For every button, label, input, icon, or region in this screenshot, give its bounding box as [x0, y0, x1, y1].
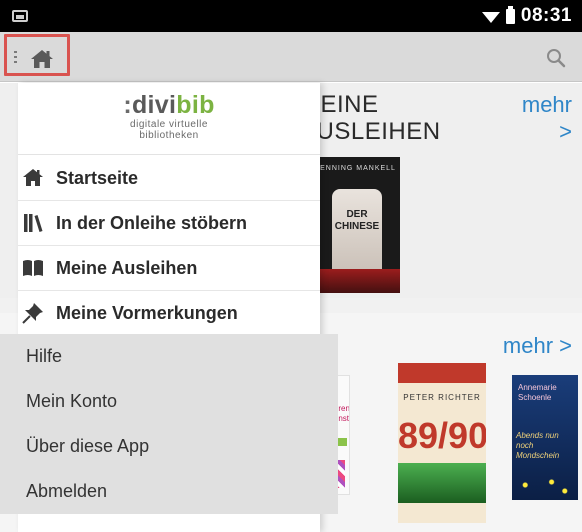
section-title: MEINE AUSLEIHEN: [300, 91, 441, 145]
primary-menu: Startseite In der Onleihe stöbern Meine …: [18, 156, 320, 336]
image-notification-icon: [12, 10, 28, 22]
menu-item-abmelden[interactable]: Abmelden: [0, 469, 338, 514]
menu-item-mein-konto[interactable]: Mein Konto: [0, 379, 338, 424]
pushpin-icon: [22, 302, 44, 324]
status-indicators: 08:31: [481, 5, 572, 27]
book-cover[interactable]: PETER RICHTER 89/90: [398, 363, 486, 523]
book-cover[interactable]: Annemarie Schoenle Abends nun noch Monds…: [512, 375, 578, 500]
more-link[interactable]: mehr >: [522, 91, 572, 145]
home-icon[interactable]: [28, 47, 56, 71]
menu-item-ueber-diese-app[interactable]: Über diese App: [0, 424, 338, 469]
menu-item-startseite[interactable]: Startseite: [18, 156, 320, 201]
search-icon[interactable]: [544, 46, 568, 70]
menu-item-stoebern[interactable]: In der Onleihe stöbern: [18, 201, 320, 246]
divibib-logo: :divibib digitale virtuelle bibliotheken: [18, 83, 320, 155]
status-bar: 08:31: [0, 0, 582, 32]
wifi-icon: [481, 12, 500, 23]
menu-item-meine-vormerkungen[interactable]: Meine Vormerkungen: [18, 291, 320, 336]
more-link[interactable]: mehr >: [503, 333, 572, 359]
menu-item-meine-ausleihen[interactable]: Meine Ausleihen: [18, 246, 320, 291]
menu-item-hilfe[interactable]: Hilfe: [0, 334, 338, 379]
secondary-menu: Hilfe Mein Konto Über diese App Abmelden: [0, 334, 338, 514]
drawer-indicator-icon[interactable]: [14, 51, 17, 63]
clock: 08:31: [520, 5, 572, 26]
book-cover[interactable]: HENNING MANKELL DER CHINESE: [310, 157, 400, 293]
battery-icon: [505, 5, 515, 24]
books-icon: [22, 212, 44, 234]
open-book-icon: [22, 257, 44, 279]
home-icon: [22, 167, 44, 189]
navigation-drawer: :divibib digitale virtuelle bibliotheken…: [0, 83, 338, 532]
app-toolbar: [0, 32, 582, 82]
